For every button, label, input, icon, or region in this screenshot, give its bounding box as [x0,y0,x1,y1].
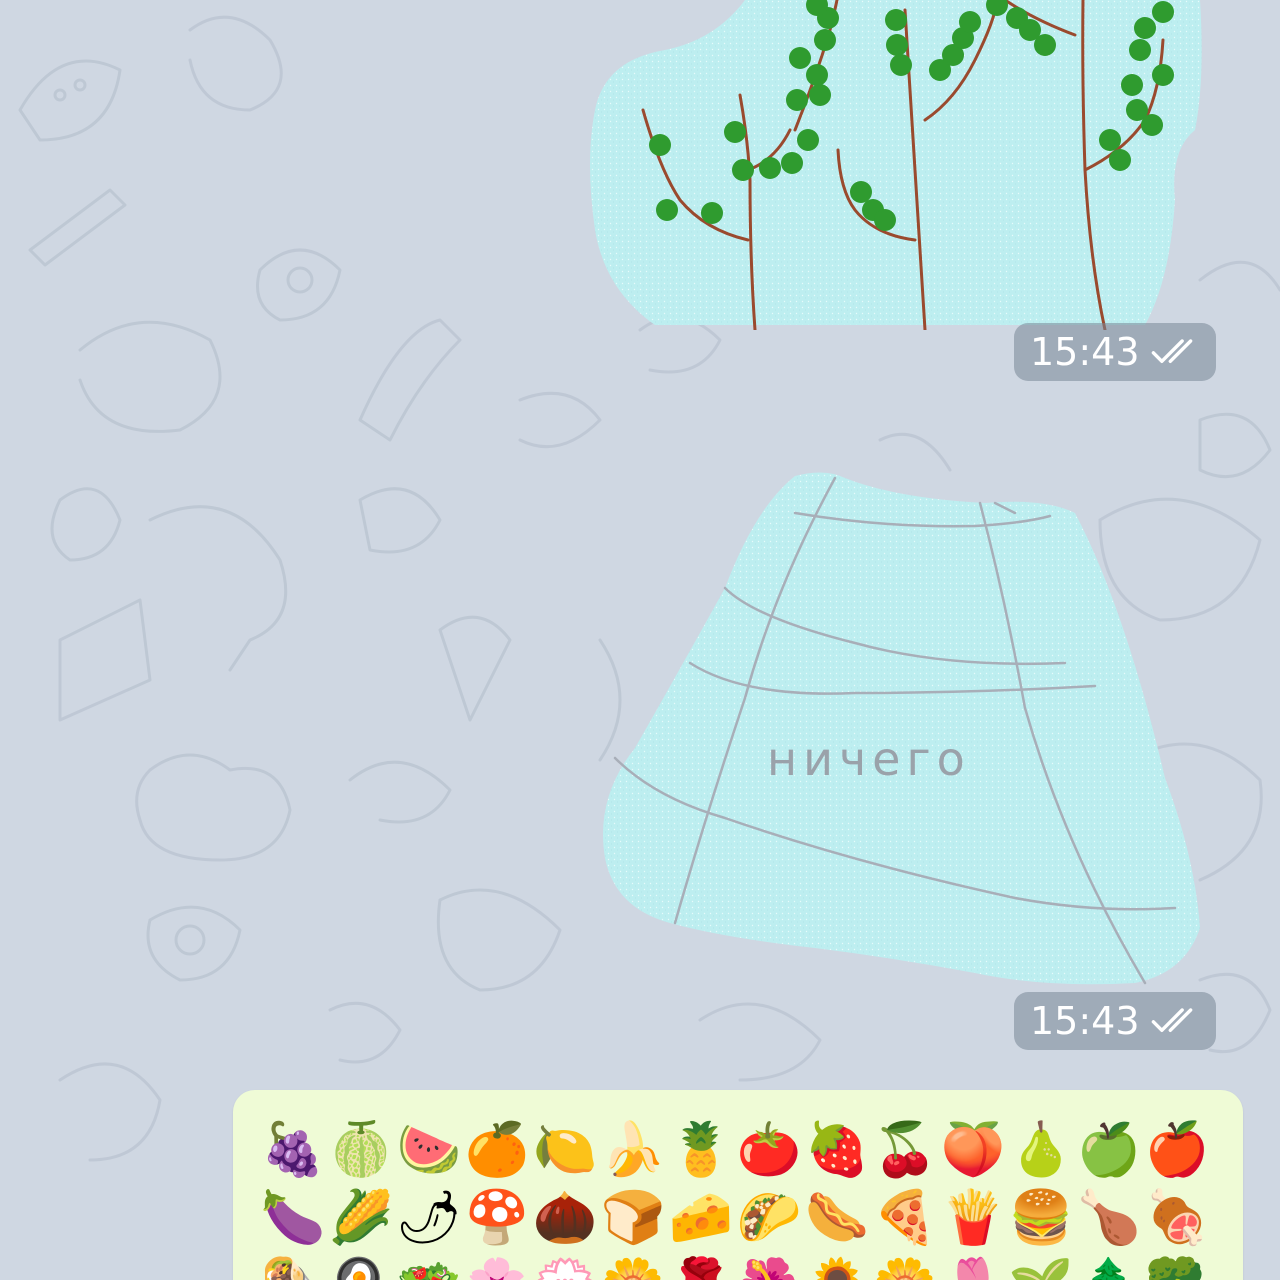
emoji-item: 🍏 [1076,1120,1142,1180]
emoji-item: 🍌 [600,1120,666,1180]
emoji-item: 🌯 [259,1252,327,1280]
trees-drawing-sticker[interactable] [585,0,1205,330]
emoji-item: 🌭 [804,1188,870,1248]
emoji-item: 🍉 [396,1120,462,1180]
emoji-item: 🌲 [1075,1252,1143,1280]
emoji-item: 🌸 [463,1252,531,1280]
emoji-item: 🍖 [1144,1188,1210,1248]
emoji-item: 🌹 [667,1252,735,1280]
emoji-item: 🍊 [464,1120,530,1180]
trees-drawing-image [590,0,1202,330]
emoji-item: 🍔 [1008,1188,1074,1248]
emoji-item: 🌰 [532,1188,598,1248]
emoji-item: 🌼 [599,1252,667,1280]
emoji-item: 🍕 [872,1188,938,1248]
emoji-item: 🍐 [1008,1120,1074,1180]
skirt-drawing-image [603,472,1200,985]
emoji-item: 🌷 [939,1252,1007,1280]
emoji-item: 💮 [531,1252,599,1280]
emoji-item: 🍳 [327,1252,395,1280]
emoji-item: 🌽 [328,1188,394,1248]
emoji-item: 🌶 [395,1188,462,1248]
double-check-icon [1151,1008,1192,1033]
emoji-item: 🧀 [668,1188,734,1248]
emoji-item: 🍗 [1076,1188,1142,1248]
emoji-item: 🥦 [1143,1252,1211,1280]
emoji-item: 🍍 [668,1120,734,1180]
skirt-drawing-sticker[interactable]: ничего [595,468,1210,988]
emoji-item: 🍟 [940,1188,1006,1248]
emoji-item: 🍑 [940,1120,1006,1180]
double-check-icon [1151,339,1192,364]
chat-background: 15:43 ничего 15:43 🍇 🍈 🍉 🍊 🍋 🍌 🍍 🍅 🍓 🍒 🍑… [0,0,1280,1280]
emoji-item: 🌼 [871,1252,939,1280]
message-time-badge: 15:43 [1014,992,1216,1050]
emoji-grid: 🍇🍈🍉🍊🍋🍌🍍🍅🍓🍒🍑🍐🍏🍎🍆🌽🌶🍄🌰🍞🧀🌮🌭🍕🍟🍔🍗🍖🌯🍳🥗🌸💮🌼🌹🌺🌻🌼🌷🌱… [259,1116,1211,1280]
emoji-item: 🍈 [328,1120,394,1180]
emoji-item: 🍅 [736,1120,802,1180]
emoji-item: 🌻 [803,1252,871,1280]
emoji-item: 🌮 [736,1188,802,1248]
emoji-item: 🌱 [1007,1252,1075,1280]
emoji-item: 🍇 [260,1120,326,1180]
emoji-item: 🌺 [735,1252,803,1280]
message-time: 15:43 [1030,999,1140,1043]
emoji-item: 🥗 [395,1252,463,1280]
sticker-caption: ничего [767,732,971,786]
emoji-item: 🍞 [600,1188,666,1248]
emoji-item: 🍓 [804,1120,870,1180]
emoji-grid-message[interactable]: 🍇🍈🍉🍊🍋🍌🍍🍅🍓🍒🍑🍐🍏🍎🍆🌽🌶🍄🌰🍞🧀🌮🌭🍕🍟🍔🍗🍖🌯🍳🥗🌸💮🌼🌹🌺🌻🌼🌷🌱… [233,1090,1243,1280]
message-time-badge: 15:43 [1014,323,1216,381]
emoji-item: 🍋 [532,1120,598,1180]
emoji-item: 🍆 [260,1188,326,1248]
emoji-item: 🍒 [872,1120,938,1180]
emoji-item: 🍎 [1144,1120,1210,1180]
message-time: 15:43 [1030,330,1140,374]
emoji-item: 🍄 [464,1188,530,1248]
